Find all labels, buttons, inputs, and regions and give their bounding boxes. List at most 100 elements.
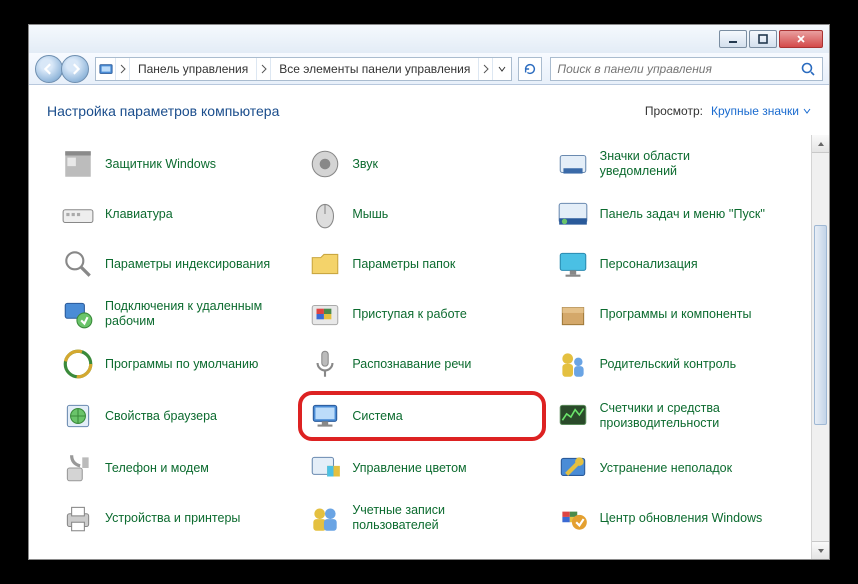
users-icon <box>308 501 342 535</box>
maximize-button[interactable] <box>749 30 777 48</box>
cp-item-troubleshoot[interactable]: Устранение неполадок <box>554 445 793 491</box>
cp-item-label: Устранение неполадок <box>600 461 732 476</box>
breadcrumb-dropdown[interactable] <box>493 58 511 80</box>
cp-item-perf[interactable]: Счетчики и средства производительности <box>554 391 793 441</box>
cp-item-update[interactable]: Центр обновления Windows <box>554 495 793 541</box>
search-icon[interactable] <box>800 61 816 77</box>
cp-item-devices[interactable]: Устройства и принтеры <box>59 495 298 541</box>
page-title: Настройка параметров компьютера <box>47 103 279 119</box>
cp-item-label: Счетчики и средства производительности <box>600 401 770 431</box>
cp-item-label: Защитник Windows <box>105 157 216 172</box>
wrench-icon <box>556 451 590 485</box>
cp-item-inet-opts[interactable]: Свойства браузера <box>59 391 298 441</box>
cp-item-phone[interactable]: Телефон и модем <box>59 445 298 491</box>
view-value[interactable]: Крупные значки <box>711 104 811 118</box>
printer-icon <box>61 501 95 535</box>
update-icon <box>556 501 590 535</box>
close-button[interactable] <box>779 30 823 48</box>
cp-item-label: Параметры папок <box>352 257 455 272</box>
cp-item-indexing[interactable]: Параметры индексирования <box>59 241 298 287</box>
keyboard-icon <box>61 197 95 231</box>
cp-item-sound[interactable]: Звук <box>306 141 545 187</box>
computer-icon <box>308 399 342 433</box>
cp-item-label: Управление цветом <box>352 461 466 476</box>
breadcrumb-chevron-1[interactable] <box>257 58 271 80</box>
cp-item-speech[interactable]: Распознавание речи <box>306 341 545 387</box>
cp-item-label: Панель задач и меню ''Пуск'' <box>600 207 765 222</box>
shield-icon <box>61 147 95 181</box>
breadcrumb: Панель управления Все элементы панели уп… <box>95 57 512 81</box>
cp-item-label: Свойства браузера <box>105 409 217 424</box>
cp-item-remote[interactable]: Подключения к удаленным рабочим <box>59 291 298 337</box>
box-icon <box>556 297 590 331</box>
defaults-icon <box>61 347 95 381</box>
remote-icon <box>61 297 95 331</box>
scroll-thumb[interactable] <box>814 225 827 425</box>
breadcrumb-seg-all-items[interactable]: Все элементы панели управления <box>271 58 479 80</box>
folder-icon <box>308 247 342 281</box>
items-grid: Защитник Windows Звук Значки области уведо… <box>29 135 811 547</box>
perf-icon <box>556 399 590 433</box>
cp-item-label: Подключения к удаленным рабочим <box>105 299 275 329</box>
cp-item-personalize[interactable]: Персонализация <box>554 241 793 287</box>
breadcrumb-chevron-2[interactable] <box>479 58 493 80</box>
cp-item-label: Программы и компоненты <box>600 307 752 322</box>
cp-item-defender[interactable]: Защитник Windows <box>59 141 298 187</box>
items-scroll: Защитник Windows Звук Значки области уведо… <box>29 135 811 559</box>
taskbar-icon <box>556 197 590 231</box>
refresh-button[interactable] <box>518 57 542 81</box>
search-input[interactable] <box>557 62 800 76</box>
cp-item-keyboard[interactable]: Клавиатура <box>59 191 298 237</box>
tray-icon <box>556 147 590 181</box>
chevron-down-icon <box>803 108 811 114</box>
breadcrumb-seg-control-panel[interactable]: Панель управления <box>130 58 257 80</box>
scroll-up-button[interactable] <box>812 135 829 153</box>
monitor-icon <box>556 247 590 281</box>
color-icon <box>308 451 342 485</box>
content-header: Настройка параметров компьютера Просмотр… <box>29 85 829 131</box>
cp-item-color[interactable]: Управление цветом <box>306 445 545 491</box>
cp-item-defaults[interactable]: Программы по умолчанию <box>59 341 298 387</box>
cp-item-taskbar[interactable]: Панель задач и меню ''Пуск'' <box>554 191 793 237</box>
content-area: Настройка параметров компьютера Просмотр… <box>29 85 829 559</box>
cp-item-programs[interactable]: Программы и компоненты <box>554 291 793 337</box>
cp-item-users[interactable]: Учетные записи пользователей <box>306 495 545 541</box>
minimize-button[interactable] <box>719 30 747 48</box>
cp-item-label: Центр обновления Windows <box>600 511 763 526</box>
speaker-icon <box>308 147 342 181</box>
cp-item-label: Учетные записи пользователей <box>352 503 522 533</box>
cp-item-label: Звук <box>352 157 378 172</box>
cp-item-folder-opts[interactable]: Параметры папок <box>306 241 545 287</box>
navbar: Панель управления Все элементы панели уп… <box>29 53 829 85</box>
cp-item-label: Система <box>352 409 402 424</box>
control-panel-window: Панель управления Все элементы панели уп… <box>28 24 830 560</box>
cp-item-mouse[interactable]: Мышь <box>306 191 545 237</box>
cp-item-label: Родительский контроль <box>600 357 736 372</box>
scrollbar[interactable] <box>811 135 829 559</box>
forward-button[interactable] <box>61 55 89 83</box>
search-box[interactable] <box>550 57 823 81</box>
view-selector: Просмотр: Крупные значки <box>645 104 811 118</box>
cp-item-parental[interactable]: Родительский контроль <box>554 341 793 387</box>
mouse-icon <box>308 197 342 231</box>
cp-item-label: Клавиатура <box>105 207 173 222</box>
cp-item-label: Персонализация <box>600 257 698 272</box>
scroll-down-button[interactable] <box>812 541 829 559</box>
cp-item-label: Устройства и принтеры <box>105 511 240 526</box>
cp-item-label: Приступая к работе <box>352 307 466 322</box>
cp-item-label: Программы по умолчанию <box>105 357 258 372</box>
flag-icon <box>308 297 342 331</box>
cp-item-label: Телефон и модем <box>105 461 209 476</box>
back-button[interactable] <box>35 55 63 83</box>
view-label: Просмотр: <box>645 104 703 118</box>
titlebar <box>29 25 829 53</box>
breadcrumb-chevron-root[interactable] <box>116 58 130 80</box>
family-icon <box>556 347 590 381</box>
cp-item-tray[interactable]: Значки области уведомлений <box>554 141 793 187</box>
control-panel-icon[interactable] <box>96 58 116 80</box>
globe-icon <box>61 399 95 433</box>
cp-item-getting-started[interactable]: Приступая к работе <box>306 291 545 337</box>
cp-item-system[interactable]: Система <box>298 391 545 441</box>
mic-icon <box>308 347 342 381</box>
search-icon <box>61 247 95 281</box>
